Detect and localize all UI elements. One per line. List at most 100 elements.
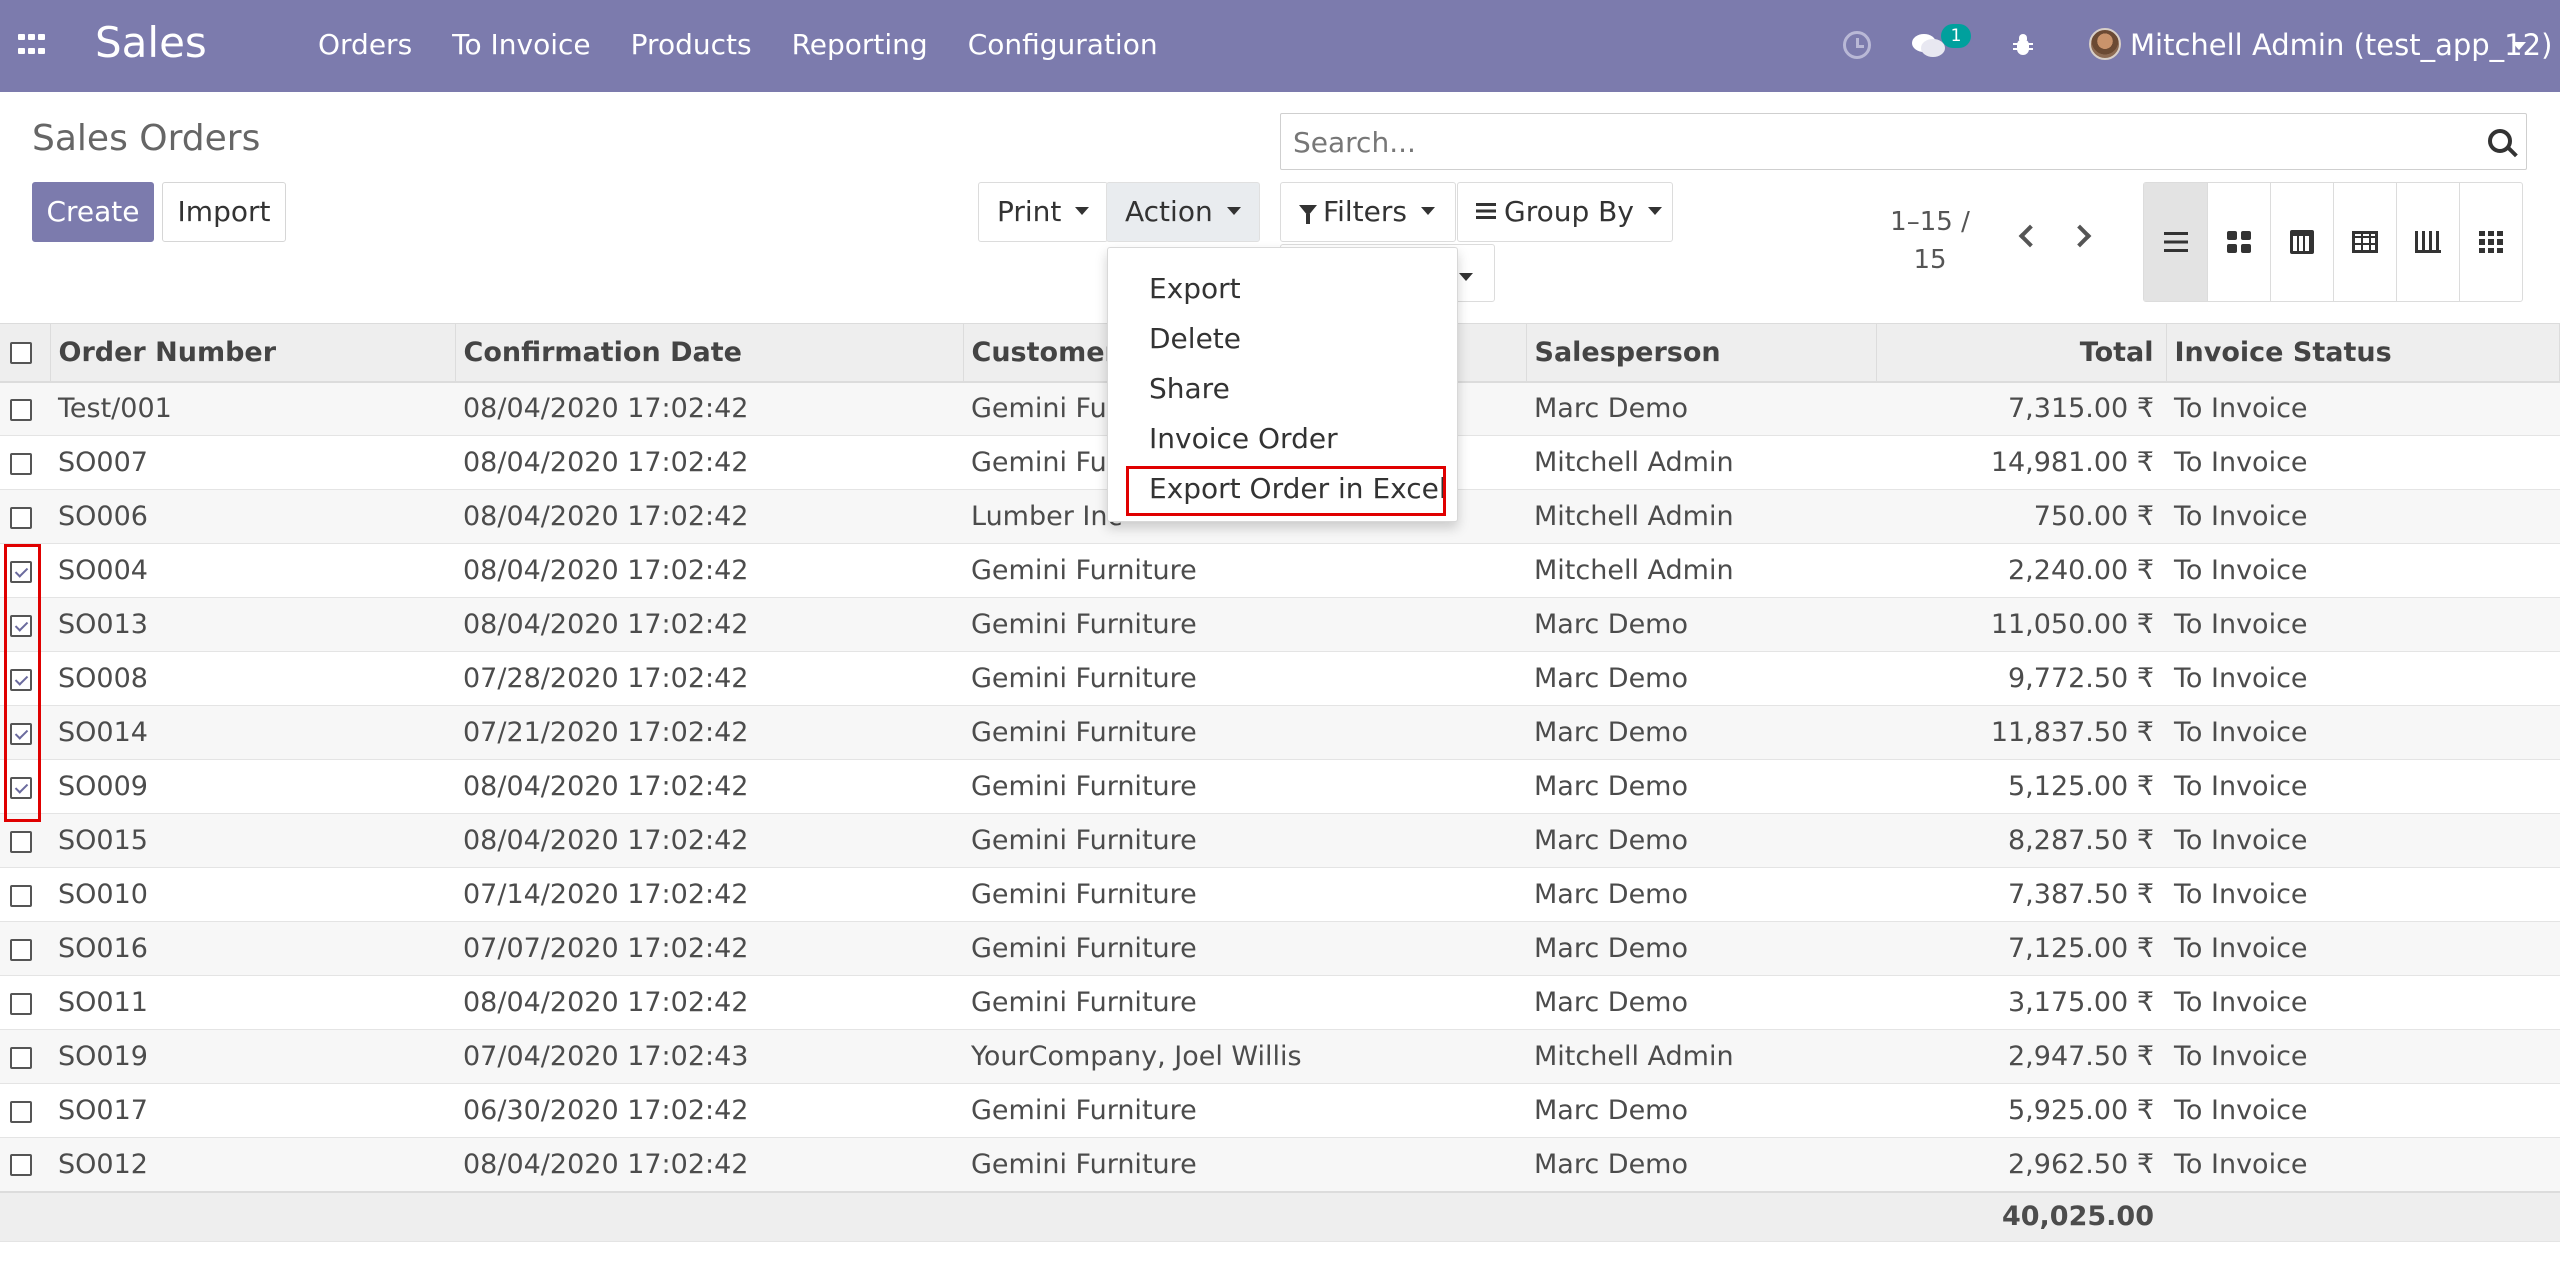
- row-checkbox[interactable]: [10, 830, 32, 853]
- menu-reporting[interactable]: Reporting: [792, 28, 928, 61]
- column-header-salesperson[interactable]: Salesperson: [1526, 323, 1877, 383]
- footer-total: 40,025.00: [1876, 1190, 2166, 1242]
- cell-confirmation-date: 07/21/2020 17:02:42: [455, 705, 963, 760]
- menu-configuration[interactable]: Configuration: [968, 28, 1158, 61]
- filters-label: Filters: [1323, 195, 1407, 228]
- row-checkbox[interactable]: [10, 452, 32, 475]
- user-menu[interactable]: Mitchell Admin (test_app_12): [2130, 28, 2552, 62]
- debug-bug-icon[interactable]: [2012, 33, 2034, 57]
- column-header-confirmation-date[interactable]: Confirmation Date: [455, 323, 964, 383]
- row-checkbox[interactable]: [10, 1154, 32, 1177]
- menu-item-export[interactable]: Export: [1108, 264, 1457, 314]
- cell-confirmation-date: 08/04/2020 17:02:42: [455, 543, 963, 598]
- caret-down-icon: [1226, 207, 1241, 215]
- cell-customer: Gemini Furniture: [963, 867, 1526, 922]
- row-checkbox[interactable]: [10, 992, 32, 1015]
- menu-item-invoice-order[interactable]: Invoice Order: [1108, 414, 1457, 464]
- cell-total: 7,387.50 ₹: [1876, 867, 2166, 922]
- cell-invoice-status: To Invoice: [2166, 1083, 2560, 1138]
- pager-value[interactable]: 1–15 / 15: [1870, 203, 1990, 279]
- cell-total: 7,125.00 ₹: [1876, 921, 2166, 976]
- pager-next-icon[interactable]: [2068, 224, 2092, 248]
- table-row[interactable]: SO004 08/04/2020 17:02:42 Gemini Furniture…: [0, 543, 2560, 598]
- row-checkbox[interactable]: [10, 1100, 32, 1123]
- pager-previous-icon[interactable]: [2018, 224, 2042, 248]
- column-header-total[interactable]: Total: [1876, 323, 2167, 383]
- menu-to-invoice[interactable]: To Invoice: [452, 28, 590, 61]
- activity-clock-icon[interactable]: [1843, 31, 1871, 59]
- table-row[interactable]: SO012 08/04/2020 17:02:42 Gemini Furniture…: [0, 1137, 2560, 1192]
- cell-confirmation-date: 08/04/2020 17:02:42: [455, 975, 963, 1030]
- select-all-header: [0, 323, 51, 383]
- table-row[interactable]: SO013 08/04/2020 17:02:42 Gemini Furniture…: [0, 597, 2560, 652]
- cell-total: 14,981.00 ₹: [1876, 435, 2166, 490]
- apps-menu-icon[interactable]: [18, 34, 45, 58]
- cell-confirmation-date: 08/04/2020 17:02:42: [455, 759, 963, 814]
- row-checkbox[interactable]: [10, 506, 32, 529]
- create-button[interactable]: Create: [32, 182, 154, 242]
- select-all-checkbox[interactable]: [10, 342, 32, 365]
- pager-range: 1–15 /: [1890, 207, 1970, 237]
- cell-invoice-status: To Invoice: [2166, 1029, 2560, 1084]
- pivot-view-button[interactable]: [2333, 183, 2396, 301]
- menu-item-share[interactable]: Share: [1108, 364, 1457, 414]
- row-checkbox[interactable]: [10, 884, 32, 907]
- cell-invoice-status: To Invoice: [2166, 1137, 2560, 1192]
- print-dropdown-button[interactable]: Print: [978, 182, 1108, 242]
- app-brand[interactable]: Sales: [95, 18, 207, 67]
- calendar-view-button[interactable]: [2270, 183, 2333, 301]
- column-header-invoice-status[interactable]: Invoice Status: [2166, 323, 2560, 383]
- import-button[interactable]: Import: [162, 182, 286, 242]
- table-row[interactable]: SO017 06/30/2020 17:02:42 Gemini Furniture…: [0, 1083, 2560, 1138]
- top-navbar: Sales Orders To Invoice Products Reporti…: [0, 0, 2560, 92]
- pager-total: 15: [1913, 245, 1947, 275]
- cell-order-number: SO010: [50, 867, 455, 922]
- list-view-button[interactable]: [2144, 183, 2207, 301]
- column-header-order-number[interactable]: Order Number: [50, 323, 456, 383]
- cell-salesperson: Marc Demo: [1526, 975, 1876, 1030]
- search-input[interactable]: [1293, 122, 2453, 162]
- menu-item-export-order-in-excel[interactable]: Export Order in Excel: [1108, 464, 1457, 516]
- calendar-icon: [2290, 230, 2314, 254]
- cell-invoice-status: To Invoice: [2166, 921, 2560, 976]
- kanban-view-button[interactable]: [2207, 183, 2270, 301]
- table-row[interactable]: SO009 08/04/2020 17:02:42 Gemini Furniture…: [0, 759, 2560, 814]
- chevron-down-icon[interactable]: [2512, 42, 2526, 50]
- group-by-button[interactable]: Group By: [1457, 182, 1673, 242]
- filters-button[interactable]: Filters: [1280, 182, 1456, 242]
- cell-order-number: SO014: [50, 705, 455, 760]
- caret-down-icon: [1459, 273, 1473, 281]
- avatar[interactable]: [2089, 28, 2121, 60]
- action-dropdown-button[interactable]: Action: [1106, 182, 1260, 242]
- row-checkbox[interactable]: [10, 398, 32, 421]
- row-select-cell: [0, 867, 50, 922]
- bar-chart-icon: [2415, 231, 2441, 253]
- menu-orders[interactable]: Orders: [318, 28, 412, 61]
- cell-total: 11,837.50 ₹: [1876, 705, 2166, 760]
- menu-products[interactable]: Products: [631, 28, 752, 61]
- row-checkbox[interactable]: [10, 938, 32, 961]
- table-row[interactable]: SO008 07/28/2020 17:02:42 Gemini Furniture…: [0, 651, 2560, 706]
- table-footer-row: 40,025.00: [0, 1190, 2560, 1242]
- grid-view-button[interactable]: [2459, 183, 2522, 301]
- row-select-cell: [0, 435, 50, 490]
- table-row[interactable]: SO014 07/21/2020 17:02:42 Gemini Furniture…: [0, 705, 2560, 760]
- menu-item-delete[interactable]: Delete: [1108, 314, 1457, 364]
- action-label: Action: [1125, 195, 1213, 228]
- table-row[interactable]: SO019 07/04/2020 17:02:43 YourCompany, Joe…: [0, 1029, 2560, 1084]
- cell-order-number: SO006: [50, 489, 455, 544]
- table-row[interactable]: SO016 07/07/2020 17:02:42 Gemini Furniture…: [0, 921, 2560, 976]
- cell-salesperson: Marc Demo: [1526, 921, 1876, 976]
- page-title: Sales Orders: [32, 118, 261, 159]
- table-row[interactable]: SO011 08/04/2020 17:02:42 Gemini Furniture…: [0, 975, 2560, 1030]
- search-icon[interactable]: [2488, 129, 2512, 153]
- row-checkbox[interactable]: [10, 1046, 32, 1069]
- filter-icon: [1299, 204, 1317, 224]
- cell-total: 9,772.50 ₹: [1876, 651, 2166, 706]
- table-row[interactable]: SO015 08/04/2020 17:02:42 Gemini Furniture…: [0, 813, 2560, 868]
- footer-cell: [1526, 1190, 1876, 1242]
- graph-view-button[interactable]: [2396, 183, 2459, 301]
- cell-invoice-status: To Invoice: [2166, 489, 2560, 544]
- table-row[interactable]: SO010 07/14/2020 17:02:42 Gemini Furniture…: [0, 867, 2560, 922]
- cell-order-number: SO016: [50, 921, 455, 976]
